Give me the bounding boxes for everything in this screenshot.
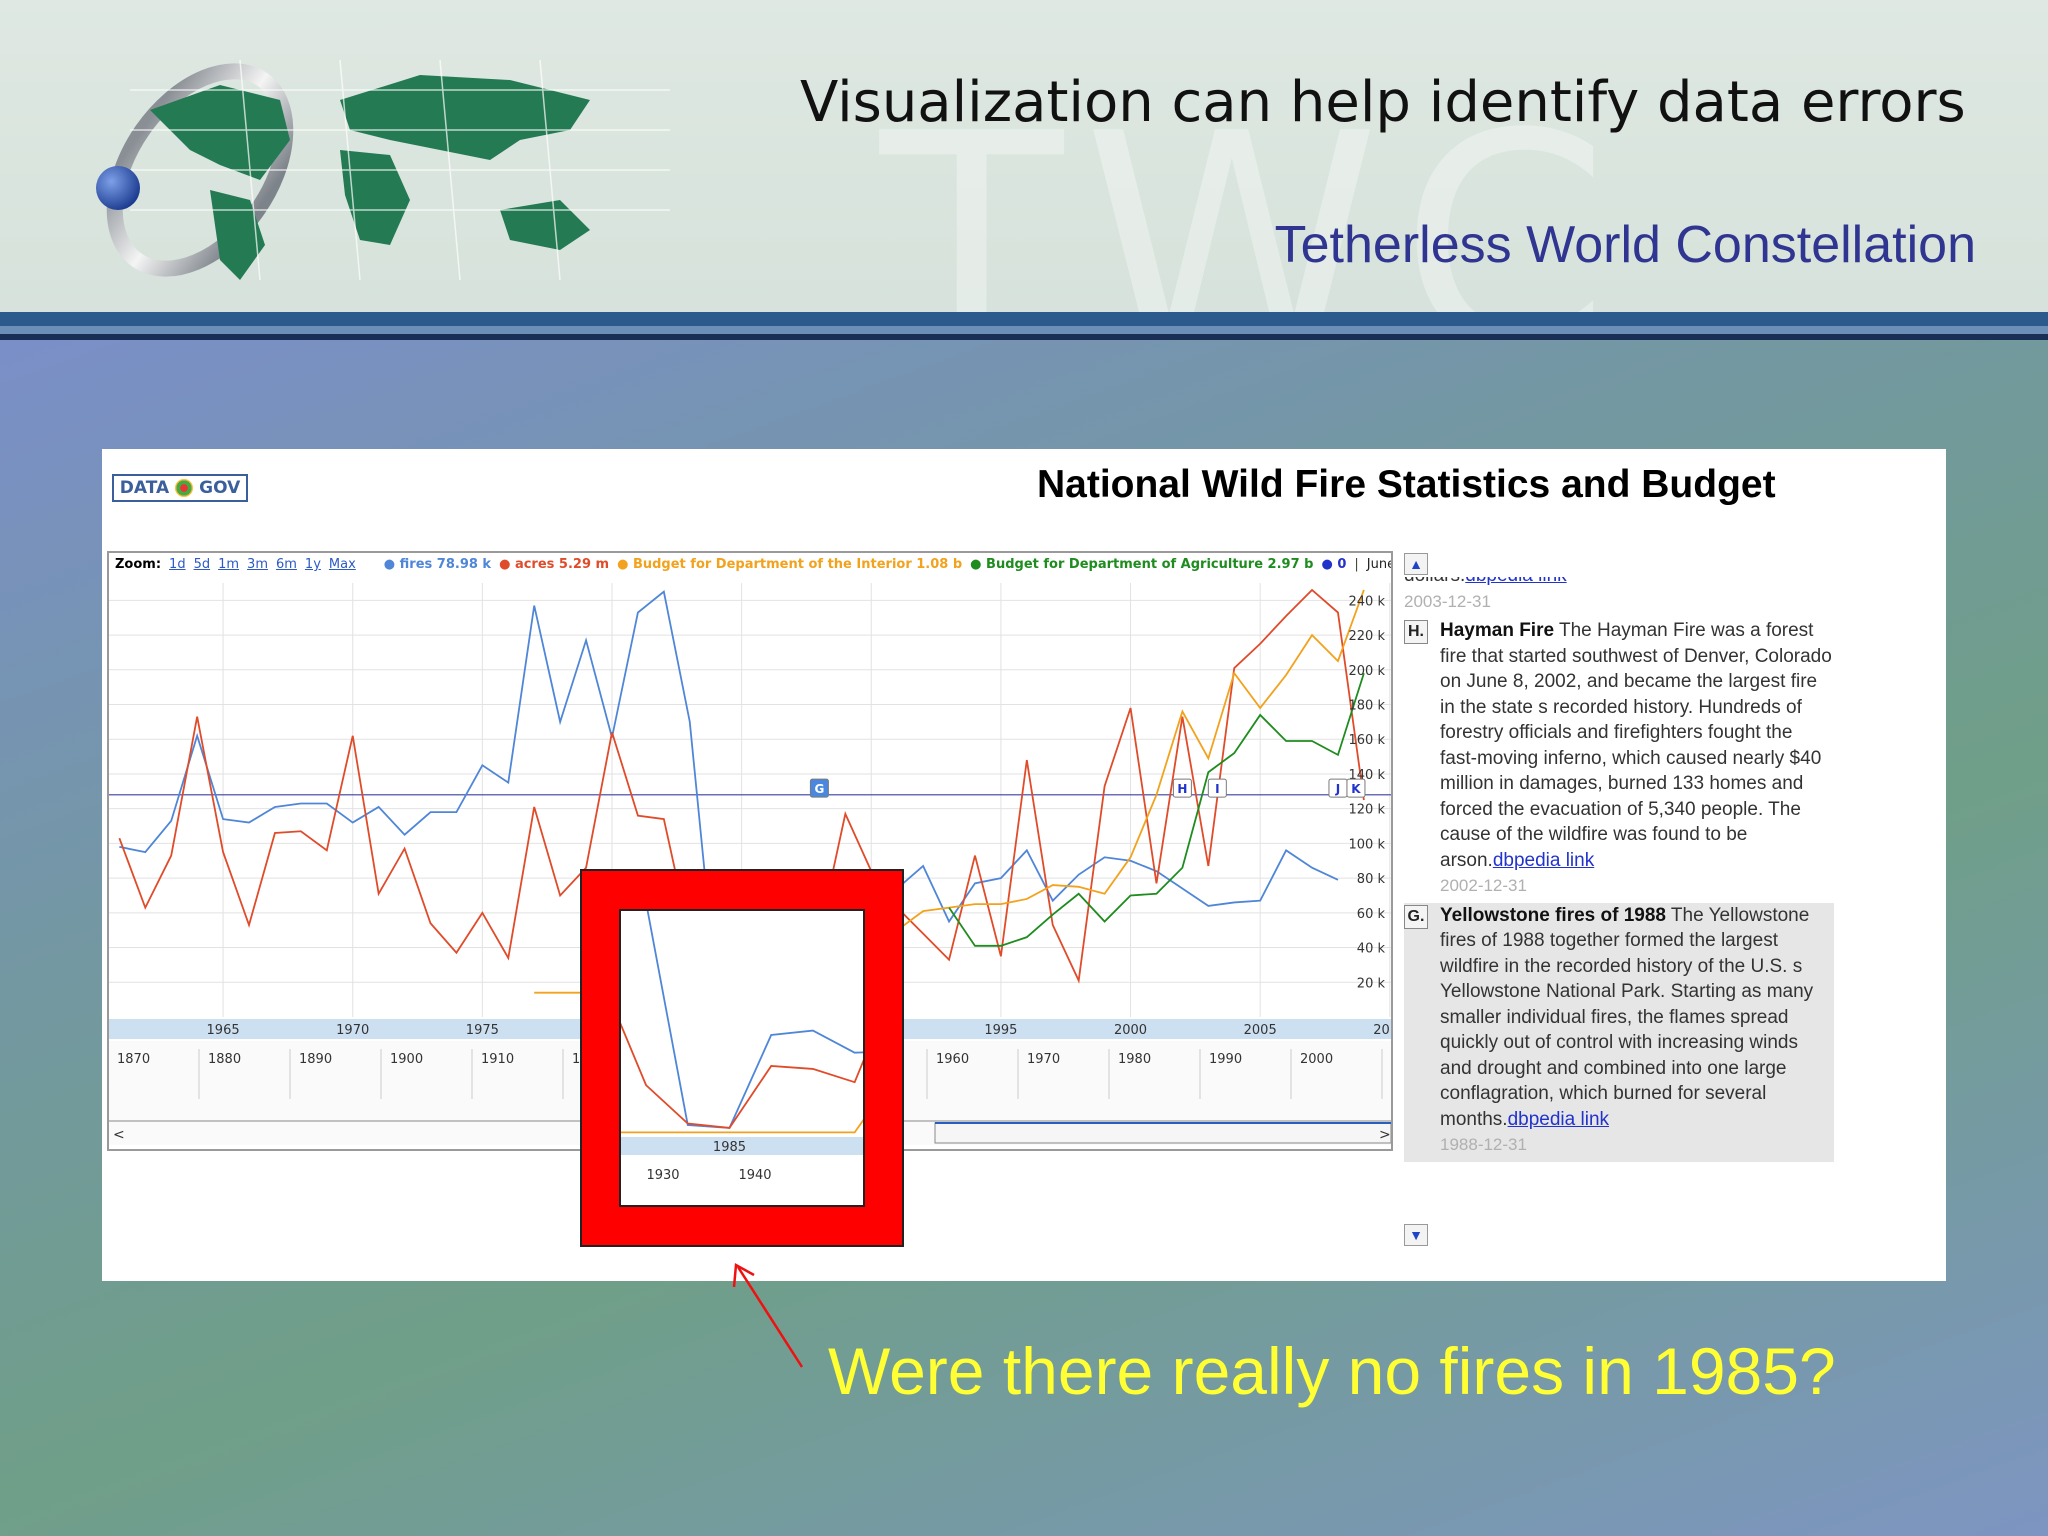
overview-tick-label: 1890 [299, 1052, 332, 1067]
triangle-down-icon: ▼ [1409, 1227, 1423, 1243]
scroll-down-button[interactable]: ▼ [1404, 1224, 1428, 1246]
legend-interior-text: Budget for Department of the Interior 1.… [632, 557, 963, 572]
highlight-window: 1985 1930 1940 [0, 789, 1732, 1207]
overview-tick-label: 1980 [1118, 1052, 1151, 1067]
date-readout: June 30, 2009 [1366, 557, 1393, 572]
overview-tick-label: 1990 [1209, 1052, 1242, 1067]
annotation-date: 2002-12-31 [1440, 876, 1527, 895]
data-gov-seal-icon [175, 479, 194, 497]
x-tick-label: 1970 [336, 1023, 369, 1038]
overview-tick-label: 1870 [117, 1052, 150, 1067]
annotation-prev-tail: dollars.dbpedia link [1404, 577, 1834, 589]
annotation-g[interactable]: G. Yellowstone fires of 1988 The Yellows… [1404, 902, 1834, 1162]
x-tick-label: 1995 [984, 1023, 1017, 1038]
dbpedia-link[interactable]: dbpedia link [1465, 577, 1566, 586]
overview-tick-label: 2000 [1300, 1052, 1333, 1067]
header-divider [0, 312, 2048, 326]
annotation-h[interactable]: H. Hayman Fire The Hayman Fire was a for… [1404, 618, 1834, 899]
excerpt-overview-tick-label: 1930 [646, 1168, 679, 1183]
zoom-link[interactable]: 6m [276, 557, 297, 577]
chart-legend-bar: Zoom: 1d 5d 1m 3m 6m 1y Max ● fires 78.9… [115, 557, 1393, 577]
annotation-flag-label: J [1335, 782, 1340, 796]
annotation-letter: G. [1404, 904, 1428, 929]
slide-title: Visualization can help identify data err… [800, 70, 1966, 135]
highlight-chart-excerpt: 1985 1930 1940 [0, 789, 1732, 1205]
annotation-prev-text: dollars. [1404, 577, 1465, 586]
annotation-body: The Yellowstone fires of 1988 together f… [1440, 904, 1814, 1130]
annotation-body: The Hayman Fire was a forest fire that s… [1440, 620, 1832, 871]
scroll-left-icon: < [113, 1127, 125, 1143]
overview-tick-label: 1900 [390, 1052, 423, 1067]
overview-scrollbar-thumb [934, 1122, 1391, 1144]
slide-subtitle: Tetherless World Constellation [1274, 216, 1976, 274]
triangle-up-icon: ▲ [1409, 556, 1423, 572]
dbpedia-link[interactable]: dbpedia link [1508, 1109, 1609, 1130]
x-tick-label: 1965 [207, 1023, 240, 1038]
y-tick-label: 180 k [1349, 699, 1386, 714]
legend-fires-text: fires 78.98 k [399, 557, 492, 572]
legend-acres: ● acres 5.29 m [499, 557, 610, 572]
chart-page-title: National Wild Fire Statistics and Budget [1037, 463, 1776, 506]
y-tick-label: 200 k [1349, 664, 1386, 679]
legend-zero: ● 0 [1321, 557, 1347, 572]
y-tick-label: 240 k [1349, 594, 1386, 609]
zoom-link[interactable]: 1d [169, 557, 186, 577]
zoom-link[interactable]: Max [329, 557, 356, 577]
x-tick-label: 1975 [466, 1023, 499, 1038]
zoom-link[interactable]: 3m [247, 557, 268, 577]
embedded-screenshot: DATA GOV National Wild Fire Statistics a… [102, 449, 1946, 1281]
annotation-date: 2003-12-31 [1404, 591, 1491, 611]
annotation-panel[interactable]: dollars.dbpedia link 2003-12-31 H. Hayma… [1404, 577, 1834, 1217]
data-gov-logo-left: DATA [119, 478, 170, 498]
dbpedia-link[interactable]: dbpedia link [1493, 850, 1594, 871]
legend-fires: ● fires 78.98 k [383, 557, 492, 572]
annotation-title: Yellowstone fires of 1988 [1440, 904, 1666, 926]
excerpt-overview-tick-label: 1940 [738, 1168, 771, 1183]
y-tick-label: 60 k [1357, 907, 1386, 922]
legend-acres-text: acres 5.29 m [514, 557, 610, 572]
overview-tick-label: 1880 [208, 1052, 241, 1067]
data-gov-logo-right: GOV [199, 478, 241, 498]
annotation-flag-label: K [1351, 782, 1361, 796]
legend-agriculture: ● Budget for Department of Agriculture 2… [970, 557, 1314, 572]
x-tick-label: 2000 [1114, 1023, 1147, 1038]
y-tick-label: 80 k [1357, 872, 1386, 887]
annotation-flag-label: I [1215, 782, 1219, 796]
twc-logo [96, 59, 670, 281]
question-text: Were there really no fires in 1985? [828, 1334, 1836, 1408]
data-gov-logo[interactable]: DATA GOV [112, 474, 248, 502]
legend-interior: ● Budget for Department of the Interior … [617, 557, 963, 572]
overview-tick-label: 1960 [936, 1052, 969, 1067]
y-tick-label: 20 k [1357, 976, 1386, 991]
annotation-title: Hayman Fire [1440, 620, 1555, 641]
zoom-link[interactable]: 1m [218, 557, 239, 577]
scroll-right-icon: > [1379, 1127, 1391, 1143]
overview-tick-label: 1970 [1027, 1052, 1060, 1067]
highlight-window-bg [621, 911, 863, 1205]
x-tick-label: 2005 [1244, 1023, 1277, 1038]
annotation-flag-label: G [814, 782, 824, 796]
zoom-link[interactable]: 1y [305, 557, 321, 577]
slide-header: TWC Visualization can help identify data… [0, 0, 2048, 312]
annotation-date: 1988-12-31 [1440, 1135, 1527, 1154]
zoom-link[interactable]: 5d [194, 557, 211, 577]
y-tick-label: 100 k [1349, 837, 1386, 852]
annotation-flag-label: H [1177, 782, 1187, 796]
annotation-letter: H. [1404, 620, 1428, 644]
arrow-icon [732, 1262, 804, 1368]
y-tick-label: 160 k [1349, 733, 1386, 748]
series-line-3 [948, 672, 1365, 947]
x-tick-label: 2010 [1373, 1023, 1393, 1038]
y-tick-label: 220 k [1349, 629, 1386, 644]
legend-agriculture-text: Budget for Department of Agriculture 2.9… [986, 557, 1314, 572]
overview-tick-label: 1910 [481, 1052, 514, 1067]
header-divider-light [0, 326, 2048, 334]
zoom-label: Zoom: [115, 557, 162, 572]
legend-zero-text: 0 [1337, 557, 1347, 572]
scroll-up-button[interactable]: ▲ [1404, 553, 1428, 575]
date-readout-divider: | [1354, 557, 1359, 572]
y-tick-label: 40 k [1357, 942, 1386, 957]
y-tick-label: 120 k [1349, 803, 1386, 818]
excerpt-x-tick-label: 1985 [713, 1140, 746, 1155]
